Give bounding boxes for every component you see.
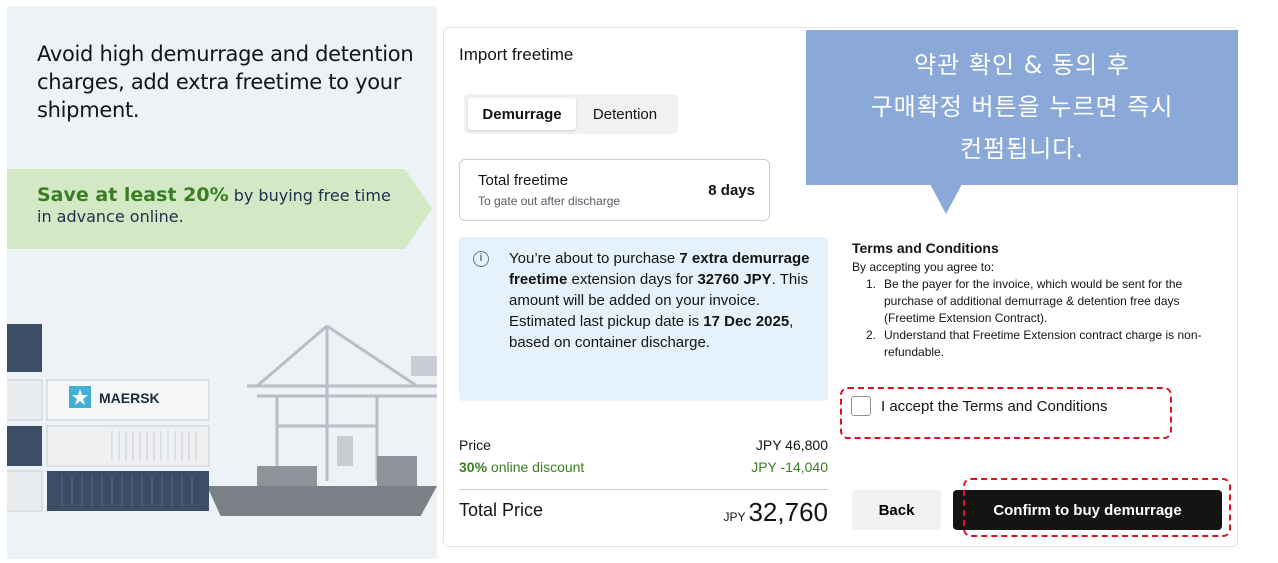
terms-section: Terms and Conditions By accepting you ag… xyxy=(852,240,1232,361)
purchase-info-box: i You’re about to purchase 7 extra demur… xyxy=(459,237,828,401)
total-currency: JPY xyxy=(723,510,746,524)
purchase-info-text: You’re about to purchase 7 extra demurra… xyxy=(509,250,810,351)
guide-callout-text: 약관 확인 & 동의 후 구매확정 버튼을 누르면 즉시 컨펌됩니다. xyxy=(870,51,1174,163)
price-row: Price JPY 46,800 xyxy=(459,437,828,453)
price-divider xyxy=(459,489,828,490)
price-label: Price xyxy=(459,437,491,453)
terms-item: 1. Be the payer for the invoice, which wo… xyxy=(866,277,1183,325)
port-illustration: MAERSK xyxy=(7,324,437,516)
savings-text: Save at least 20% by buying free time in… xyxy=(37,185,397,227)
discount-label: 30% online discount xyxy=(459,459,585,475)
freetime-tabs: Demurrage Detention xyxy=(464,94,678,134)
price-value: JPY 46,800 xyxy=(755,437,828,453)
highlight-confirm-outline xyxy=(963,478,1231,537)
discount-row: 30% online discount JPY -14,040 xyxy=(459,459,828,475)
terms-title: Terms and Conditions xyxy=(852,240,999,256)
tab-demurrage[interactable]: Demurrage xyxy=(468,98,576,130)
info-icon: i xyxy=(473,251,489,267)
terms-list: 1. Be the payer for the invoice, which wo… xyxy=(852,276,1232,361)
maersk-logo-text: MAERSK xyxy=(99,390,160,406)
total-price-value: JPY 32,760 xyxy=(723,497,828,527)
total-freetime-box: Total freetime To gate out after dischar… xyxy=(459,159,770,221)
total-price-label: Total Price xyxy=(459,500,544,520)
card-title: Import freetime xyxy=(459,45,574,64)
freetime-label: Total freetime xyxy=(478,172,569,189)
tab-detention[interactable]: Detention xyxy=(576,98,674,130)
terms-intro: By accepting you agree to: xyxy=(852,260,995,274)
freetime-sub: To gate out after discharge xyxy=(478,194,621,208)
discount-value: JPY -14,040 xyxy=(751,459,828,475)
highlight-accept-outline xyxy=(840,387,1172,439)
callout-pointer xyxy=(930,184,962,214)
promo-panel: Avoid high demurrage and detention charg… xyxy=(7,6,437,559)
freetime-value: 8 days xyxy=(708,182,755,199)
back-button[interactable]: Back xyxy=(852,490,941,530)
savings-banner: Save at least 20% by buying free time in… xyxy=(7,169,432,249)
terms-item: 2. Understand that Freetime Extension con… xyxy=(866,328,1202,359)
promo-heading: Avoid high demurrage and detention charg… xyxy=(37,42,414,122)
savings-highlight: Save at least 20% xyxy=(37,184,229,206)
